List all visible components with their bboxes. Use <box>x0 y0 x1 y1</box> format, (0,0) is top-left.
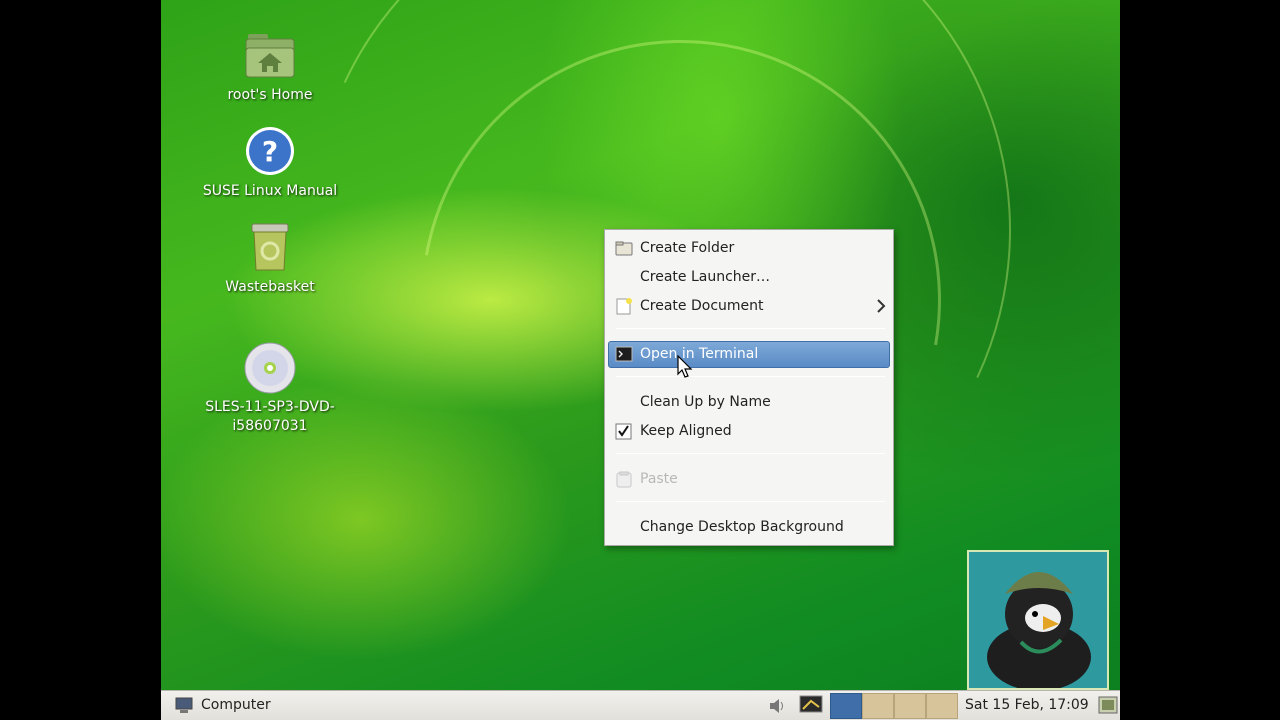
menu-separator <box>616 501 885 502</box>
desktop-icon-wastebasket[interactable]: Wastebasket <box>190 220 350 297</box>
network-monitor-icon[interactable] <box>799 695 823 720</box>
document-icon <box>615 298 633 315</box>
mouse-cursor <box>677 354 693 379</box>
menu-item-open-in-terminal[interactable]: Open in Terminal <box>608 341 890 368</box>
menu-item-label: Paste <box>640 471 678 487</box>
desktop-icon-label: SUSE Linux Manual <box>202 183 338 199</box>
menu-item-change-desktop-background[interactable]: Change Desktop Background <box>608 514 890 541</box>
desktop-icon-dvd[interactable]: SLES-11-SP3-DVD- i58607031 <box>190 340 350 436</box>
computer-menu-button[interactable]: Computer <box>171 691 301 720</box>
menu-separator <box>616 376 885 377</box>
computer-icon <box>175 697 193 718</box>
checkbox-checked-icon <box>615 423 633 440</box>
menu-item-label: Keep Aligned <box>640 423 732 439</box>
gecko-mascot-widget <box>967 550 1109 691</box>
menu-item-clean-up-by-name[interactable]: Clean Up by Name <box>608 389 890 416</box>
desktop-icon-label: root's Home <box>227 87 313 103</box>
computer-label: Computer <box>201 697 271 713</box>
desktop-icon-label: Wastebasket <box>225 279 315 295</box>
menu-item-label: Create Document <box>640 298 764 314</box>
dvd-icon <box>242 340 298 396</box>
menu-item-create-document[interactable]: Create Document <box>608 293 890 320</box>
volume-icon[interactable] <box>768 697 786 719</box>
bottom-panel: Computer Sat 15 Feb, 17:09 <box>161 690 1120 720</box>
desktop-icon-label: SLES-11-SP3-DVD- i58607031 <box>205 399 335 434</box>
show-desktop-icon[interactable] <box>1098 695 1118 720</box>
menu-item-create-launcher[interactable]: Create Launcher… <box>608 264 890 291</box>
desktop-icon-home[interactable]: root's Home <box>190 28 350 105</box>
workspace-4[interactable] <box>926 693 958 719</box>
menu-item-label: Create Folder <box>640 240 735 256</box>
menu-item-create-folder[interactable]: Create Folder <box>608 235 890 262</box>
menu-item-label: Create Launcher… <box>640 269 771 285</box>
chevron-right-icon <box>876 298 886 314</box>
menu-item-paste[interactable]: Paste <box>608 466 890 493</box>
menu-separator <box>616 328 885 329</box>
menu-item-label: Clean Up by Name <box>640 394 771 410</box>
paste-icon <box>615 471 633 488</box>
trash-icon <box>242 220 298 276</box>
home-folder-icon <box>242 28 298 84</box>
terminal-icon <box>615 346 633 363</box>
folder-icon <box>615 240 633 257</box>
desktop-icon-manual[interactable]: ? SUSE Linux Manual <box>190 124 350 201</box>
workspace-3[interactable] <box>894 693 926 719</box>
help-icon: ? <box>242 124 298 180</box>
menu-item-label: Open in Terminal <box>640 346 759 362</box>
desktop-context-menu: Create Folder Create Launcher… Create Do… <box>604 229 894 546</box>
menu-item-label: Change Desktop Background <box>640 519 844 535</box>
workspace-2[interactable] <box>862 693 894 719</box>
workspace-1[interactable] <box>830 693 862 719</box>
svg-text:?: ? <box>262 135 278 168</box>
menu-item-keep-aligned[interactable]: Keep Aligned <box>608 418 890 445</box>
panel-clock[interactable]: Sat 15 Feb, 17:09 <box>965 697 1089 713</box>
menu-separator <box>616 453 885 454</box>
